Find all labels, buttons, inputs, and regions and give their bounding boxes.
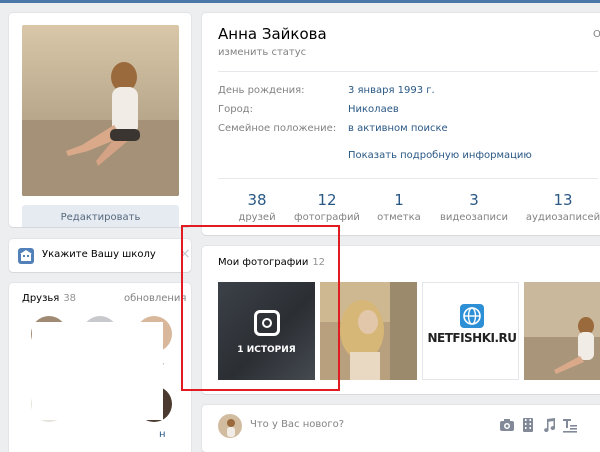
counter-friends[interactable]: 38 друзей (217, 191, 297, 223)
divider (218, 178, 598, 179)
info-label: Семейное положение: (218, 123, 337, 134)
friends-title-label: Друзья (22, 293, 60, 304)
music-icon[interactable] (541, 417, 557, 433)
video-icon[interactable] (520, 417, 536, 433)
edit-profile-button[interactable]: Редактировать (22, 205, 179, 227)
counter-number: 38 (247, 191, 267, 209)
photo-thumbnail[interactable] (320, 282, 417, 380)
counter-tags[interactable]: 1 отметка (359, 191, 439, 223)
profile-info-card: Анна Зайкова изменить статус Or День рож… (202, 13, 600, 235)
school-prompt-card[interactable]: Укажите Вашу школу × (9, 239, 191, 272)
counter-label: фотографий (294, 212, 360, 223)
friend-name[interactable]: н (159, 429, 166, 440)
photos-count: 12 (312, 257, 326, 268)
divider (218, 71, 598, 72)
online-status: Or (593, 29, 600, 40)
story-thumbnail[interactable]: 1 ИСТОРИЯ (218, 282, 315, 380)
camera-icon (254, 310, 280, 336)
text-format-icon[interactable] (562, 417, 578, 433)
change-status-link[interactable]: изменить статус (218, 47, 306, 58)
photos-title-label: Мои фотографии (218, 257, 309, 268)
counter-label: видеозаписи (439, 212, 509, 223)
top-header-bar (0, 0, 600, 3)
globe-icon (460, 304, 484, 328)
new-post-card: Что у Вас нового? (202, 405, 600, 452)
story-label: 1 ИСТОРИЯ (237, 345, 296, 355)
friends-count: 38 (63, 293, 77, 304)
profile-photo[interactable] (22, 25, 179, 196)
photo-thumbnail[interactable] (524, 282, 600, 380)
profile-name: Анна Зайкова (218, 25, 327, 43)
redacted-area (32, 322, 163, 420)
new-post-input[interactable]: Что у Вас нового? (250, 419, 344, 430)
my-photos-card: Мои фотографии 12 1 ИСТОРИЯ NETFISHKI.RU (202, 246, 600, 394)
counter-label: отметка (377, 212, 421, 223)
info-value[interactable]: Николаев (348, 104, 399, 115)
counter-number: 1 (394, 191, 404, 209)
info-label: Город: (218, 104, 253, 115)
school-prompt-text[interactable]: Укажите Вашу школу (42, 249, 156, 260)
counter-photos[interactable]: 12 фотографий (287, 191, 367, 223)
friends-updates-link[interactable]: обновления (124, 293, 186, 304)
counter-label: аудиозаписей (525, 212, 600, 223)
avatar-card: Редактировать (9, 13, 191, 227)
friends-heading[interactable]: Друзья 38 (22, 293, 76, 304)
show-more-info-link[interactable]: Показать подробную информацию (348, 150, 532, 161)
info-label: День рождения: (218, 85, 305, 96)
counter-audio[interactable]: 13 аудиозаписей (523, 191, 600, 223)
counter-videos[interactable]: 3 видеозаписи (434, 191, 514, 223)
counter-number: 12 (317, 191, 337, 209)
counter-label: друзей (238, 212, 276, 223)
photos-heading[interactable]: Мои фотографии 12 (218, 257, 325, 268)
counter-number: 13 (553, 191, 573, 209)
school-icon (18, 248, 34, 264)
user-avatar (218, 414, 242, 438)
netfishki-thumbnail[interactable]: NETFISHKI.RU (422, 282, 519, 380)
counter-number: 3 (469, 191, 479, 209)
close-icon[interactable]: × (179, 246, 191, 262)
info-value[interactable]: в активном поиске (348, 123, 448, 134)
info-value[interactable]: 3 января 1993 г. (348, 85, 435, 96)
camera-icon[interactable] (499, 417, 515, 433)
netfishki-text: NETFISHKI.RU (427, 331, 517, 345)
